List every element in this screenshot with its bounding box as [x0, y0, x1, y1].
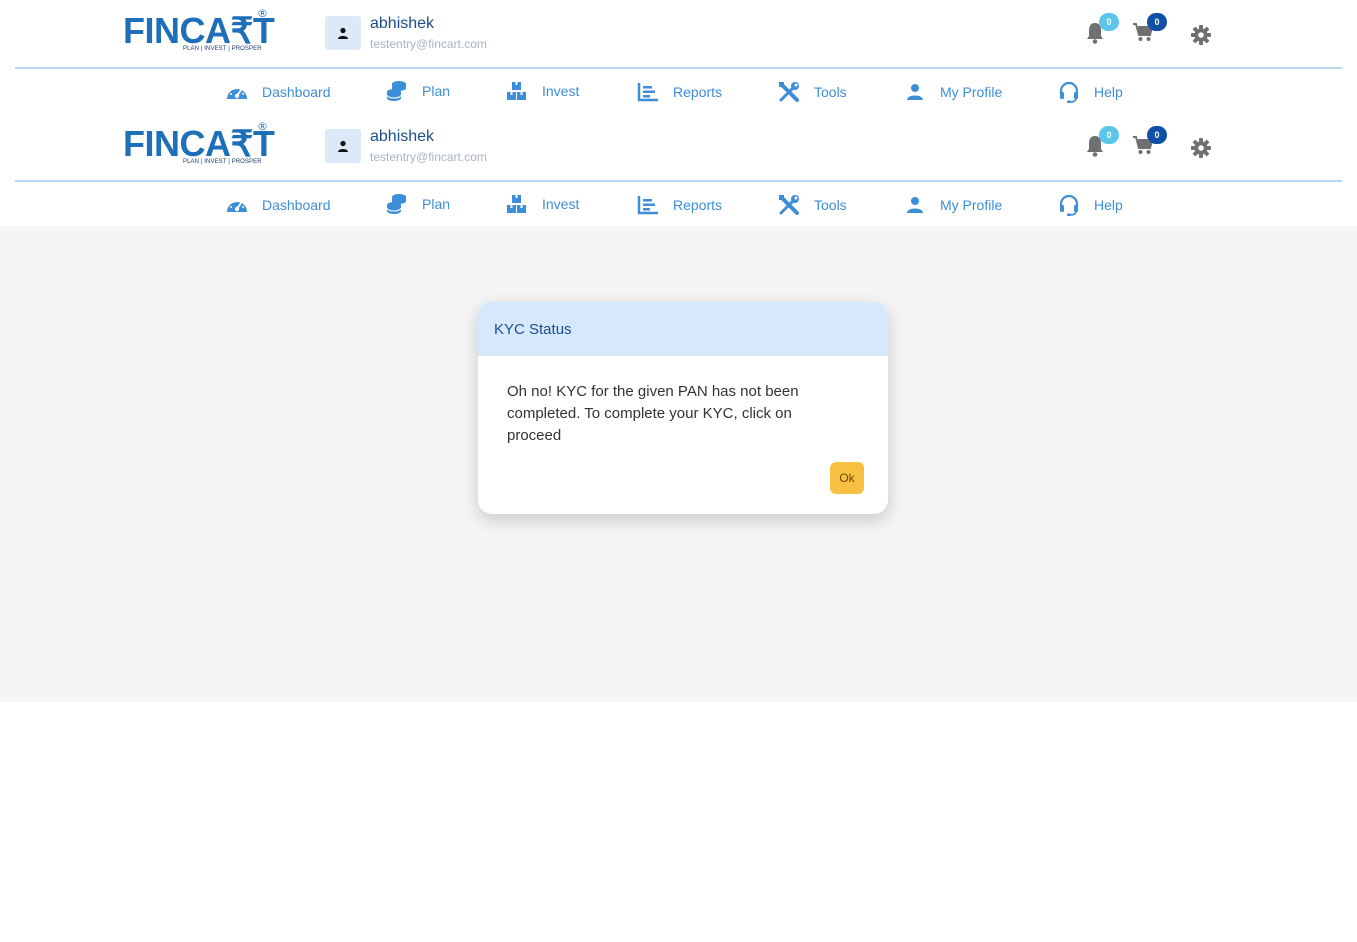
registered-mark: ®: [257, 7, 268, 20]
main-nav: Dashboard Plan Invest Reports Tools My P…: [0, 76, 1357, 108]
nav-plan-label: Plan: [422, 83, 451, 99]
header-divider: [15, 180, 1342, 182]
app-header-duplicate: FINCA₹T ® PLAN | INVEST | PROSPER abhish…: [0, 113, 1357, 226]
nav-help[interactable]: Help: [1058, 78, 1123, 106]
logo-wordmark: FINCA₹T: [123, 123, 275, 164]
boxes-icon: [506, 193, 528, 215]
nav-reports-label: Reports: [673, 84, 723, 100]
cart-count-badge: 0: [1147, 126, 1167, 144]
dialog-title: KYC Status: [494, 320, 572, 338]
user-name: abhishek: [370, 128, 435, 145]
speedometer-icon: [226, 81, 248, 103]
logo-wordmark: FINCA₹T: [123, 10, 275, 51]
fincart-logo[interactable]: FINCA₹T ® PLAN | INVEST | PROSPER: [123, 120, 275, 167]
nav-dashboard-label: Dashboard: [262, 84, 331, 100]
user-icon: [338, 27, 348, 39]
nav-dashboard[interactable]: Dashboard: [226, 78, 331, 106]
notification-count-badge: 0: [1099, 126, 1119, 144]
user-icon: [904, 194, 926, 216]
nav-reports-label: Reports: [673, 197, 723, 213]
nav-my-profile[interactable]: My Profile: [904, 191, 1002, 219]
nav-help-label: Help: [1094, 197, 1123, 213]
nav-dashboard-label: Dashboard: [262, 197, 331, 213]
boxes-icon: [506, 80, 528, 102]
header-divider: [15, 67, 1342, 69]
nav-tools-label: Tools: [814, 197, 847, 213]
nav-my-profile[interactable]: My Profile: [904, 78, 1002, 106]
kyc-status-dialog: KYC Status Oh no! KYC for the given PAN …: [478, 302, 888, 514]
nav-invest-label: Invest: [542, 196, 580, 212]
logo-tagline: PLAN | INVEST | PROSPER: [183, 46, 262, 52]
gear-icon[interactable]: [1190, 24, 1212, 46]
user-email: testentry@fincart.com: [370, 37, 487, 51]
avatar[interactable]: [325, 129, 361, 163]
nav-my-profile-label: My Profile: [940, 84, 1003, 100]
nav-plan[interactable]: Plan: [386, 77, 450, 105]
nav-reports[interactable]: Reports: [637, 191, 722, 219]
registered-mark: ®: [257, 120, 268, 133]
avatar[interactable]: [325, 16, 361, 50]
app-header: FINCA₹T ® PLAN | INVEST | PROSPER abhish…: [0, 0, 1357, 113]
nav-dashboard[interactable]: Dashboard: [226, 191, 331, 219]
nav-tools[interactable]: Tools: [778, 78, 847, 106]
user-name: abhishek: [370, 15, 435, 32]
gear-icon[interactable]: [1190, 137, 1212, 159]
user-icon: [338, 140, 348, 152]
nav-help[interactable]: Help: [1058, 191, 1123, 219]
logo-tagline: PLAN | INVEST | PROSPER: [183, 159, 262, 165]
fincart-logo[interactable]: FINCA₹T ® PLAN | INVEST | PROSPER: [123, 7, 275, 54]
tools-icon: [778, 81, 800, 103]
main-nav: Dashboard Plan Invest Reports Tools My P…: [0, 189, 1357, 221]
nav-plan[interactable]: Plan: [386, 190, 450, 218]
nav-help-label: Help: [1094, 84, 1123, 100]
coins-icon: [386, 193, 408, 215]
nav-reports[interactable]: Reports: [637, 78, 722, 106]
nav-my-profile-label: My Profile: [940, 197, 1003, 213]
nav-invest[interactable]: Invest: [506, 77, 579, 105]
nav-tools[interactable]: Tools: [778, 191, 847, 219]
bar-chart-icon: [637, 194, 659, 216]
notification-count-badge: 0: [1099, 13, 1119, 31]
bar-chart-icon: [637, 81, 659, 103]
user-email: testentry@fincart.com: [370, 150, 487, 164]
nav-invest-label: Invest: [542, 83, 580, 99]
tools-icon: [778, 194, 800, 216]
nav-invest[interactable]: Invest: [506, 190, 579, 218]
headset-icon: [1058, 81, 1080, 103]
dialog-message: Oh no! KYC for the given PAN has not bee…: [507, 383, 799, 444]
cart-count-badge: 0: [1147, 13, 1167, 31]
speedometer-icon: [226, 194, 248, 216]
headset-icon: [1058, 194, 1080, 216]
user-icon: [904, 81, 926, 103]
nav-tools-label: Tools: [814, 84, 847, 100]
dialog-header: KYC Status: [478, 302, 888, 356]
coins-icon: [386, 80, 408, 102]
ok-button[interactable]: Ok: [830, 462, 864, 494]
nav-plan-label: Plan: [422, 196, 451, 212]
